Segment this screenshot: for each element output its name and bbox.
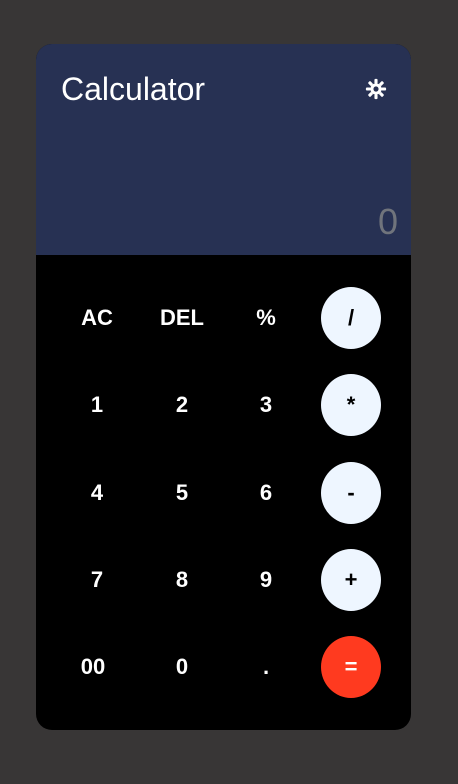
multiply-button[interactable]: * bbox=[321, 374, 381, 436]
decimal-button[interactable]: . bbox=[236, 636, 296, 698]
gear-icon bbox=[365, 78, 387, 100]
digit-8-button[interactable]: 8 bbox=[152, 549, 212, 611]
theme-toggle-button[interactable] bbox=[364, 77, 388, 101]
divide-button[interactable]: / bbox=[321, 287, 381, 349]
equals-button[interactable]: = bbox=[321, 636, 381, 698]
add-button[interactable]: + bbox=[321, 549, 381, 611]
digit-9-button[interactable]: 9 bbox=[236, 549, 296, 611]
digit-3-button[interactable]: 3 bbox=[236, 374, 296, 436]
digit-4-button[interactable]: 4 bbox=[67, 462, 127, 524]
delete-button[interactable]: DEL bbox=[152, 287, 212, 349]
digit-2-button[interactable]: 2 bbox=[152, 374, 212, 436]
digit-6-button[interactable]: 6 bbox=[236, 462, 296, 524]
digit-0-button[interactable]: 0 bbox=[152, 636, 212, 698]
double-zero-button[interactable]: 00 bbox=[63, 636, 123, 698]
app-title: Calculator bbox=[61, 71, 206, 107]
percent-button[interactable]: % bbox=[236, 287, 296, 349]
keypad: AC DEL % / 1 2 3 * 4 5 6 - 7 8 9 + 00 0 … bbox=[36, 255, 411, 730]
clear-button[interactable]: AC bbox=[67, 287, 127, 349]
result-display: 0 bbox=[377, 201, 398, 242]
digit-7-button[interactable]: 7 bbox=[67, 549, 127, 611]
display-panel: Calculator 0 bbox=[36, 44, 411, 255]
digit-5-button[interactable]: 5 bbox=[152, 462, 212, 524]
subtract-button[interactable]: - bbox=[321, 462, 381, 524]
calculator: Calculator 0 AC DEL % / 1 2 3 * 4 5 6 - … bbox=[36, 44, 411, 730]
digit-1-button[interactable]: 1 bbox=[67, 374, 127, 436]
